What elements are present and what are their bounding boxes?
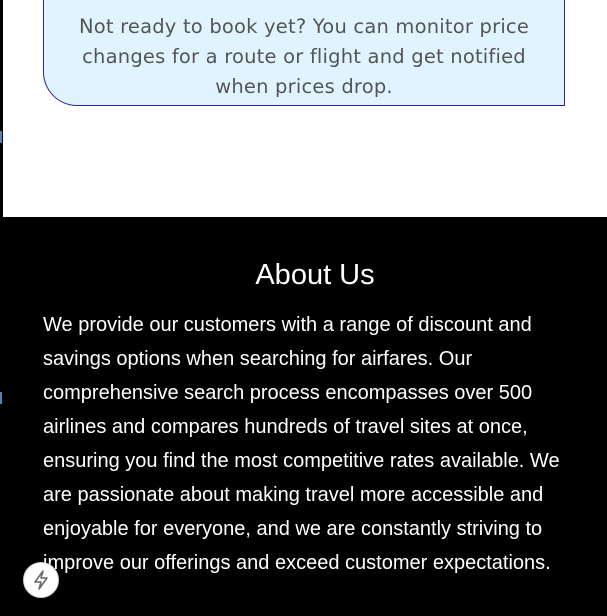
price-alert-section: Not ready to book yet? You can monitor p… (3, 0, 607, 217)
about-us-title: About Us (255, 259, 375, 291)
price-alert-text: Not ready to book yet? You can monitor p… (78, 14, 530, 98)
left-edge-indicator (0, 392, 2, 404)
page: Not ready to book yet? You can monitor p… (0, 0, 607, 616)
left-edge-indicator (0, 131, 2, 143)
lightning-bolt-icon (32, 570, 50, 590)
about-us-section: About Us We provide our customers with a… (3, 217, 607, 616)
lightning-action-button[interactable] (23, 562, 59, 598)
about-us-body: We provide our customers with a range of… (43, 314, 560, 574)
price-alert-box: Not ready to book yet? You can monitor p… (43, 0, 565, 106)
